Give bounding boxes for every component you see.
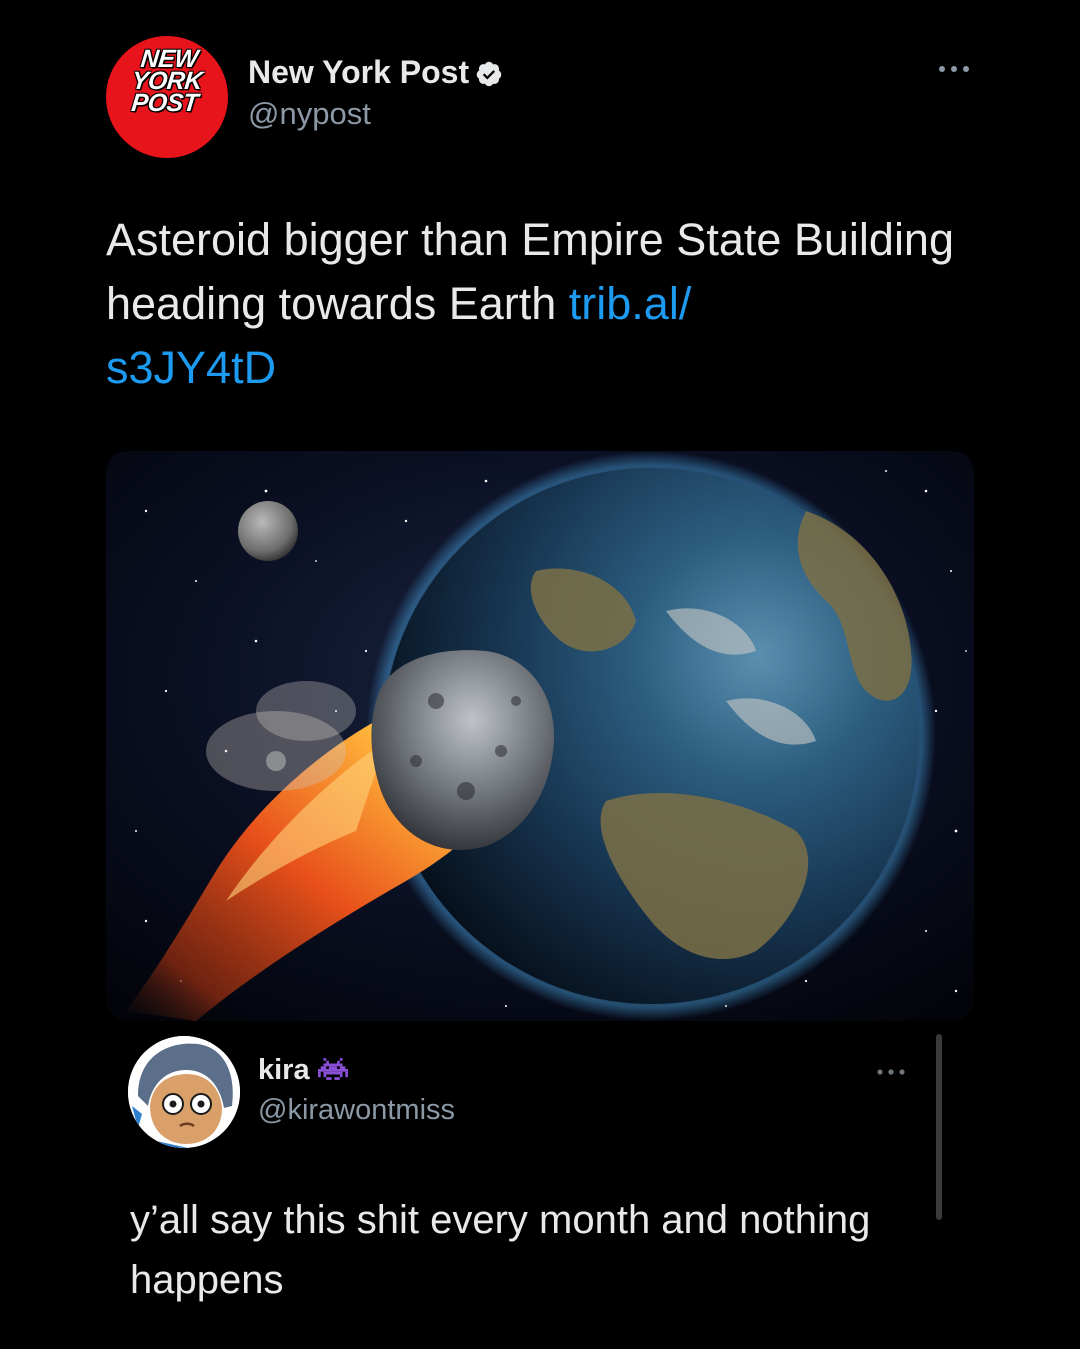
nypost-logo-text: NEW YORK POST	[130, 45, 204, 117]
cartoon-avatar-icon	[128, 1036, 240, 1148]
scrollbar[interactable]	[936, 1034, 942, 1220]
asteroid-earth-image	[106, 451, 974, 1021]
alien-monster-icon	[317, 1058, 348, 1080]
reply-author-handle[interactable]: @kirawontmiss	[258, 1094, 455, 1127]
author-name[interactable]: New York Post	[248, 54, 503, 91]
kira-avatar[interactable]	[128, 1036, 240, 1148]
reply-more-horizontal-icon[interactable]	[874, 1062, 908, 1082]
tweet-body: Asteroid bigger than Empire State Buildi…	[106, 214, 954, 329]
tweet-image[interactable]	[106, 451, 974, 1021]
author-handle[interactable]: @nypost	[248, 96, 371, 132]
tweet-text: Asteroid bigger than Empire State Buildi…	[106, 208, 986, 400]
reply-tweet: kira @kirawontmiss y’all say this shit e…	[0, 1030, 1080, 1349]
nypost-avatar[interactable]: NEW YORK POST	[106, 36, 228, 158]
reply-author-name[interactable]: kira	[258, 1054, 348, 1087]
reply-author-name-text[interactable]: kira	[258, 1054, 310, 1086]
verified-badge-icon	[476, 61, 502, 87]
more-horizontal-icon[interactable]	[934, 54, 974, 84]
tweet-header: NEW YORK POST New York Post @nypost	[106, 36, 976, 160]
reply-text: y’all say this shit every month and noth…	[130, 1198, 871, 1302]
author-name-text[interactable]: New York Post	[248, 54, 469, 90]
